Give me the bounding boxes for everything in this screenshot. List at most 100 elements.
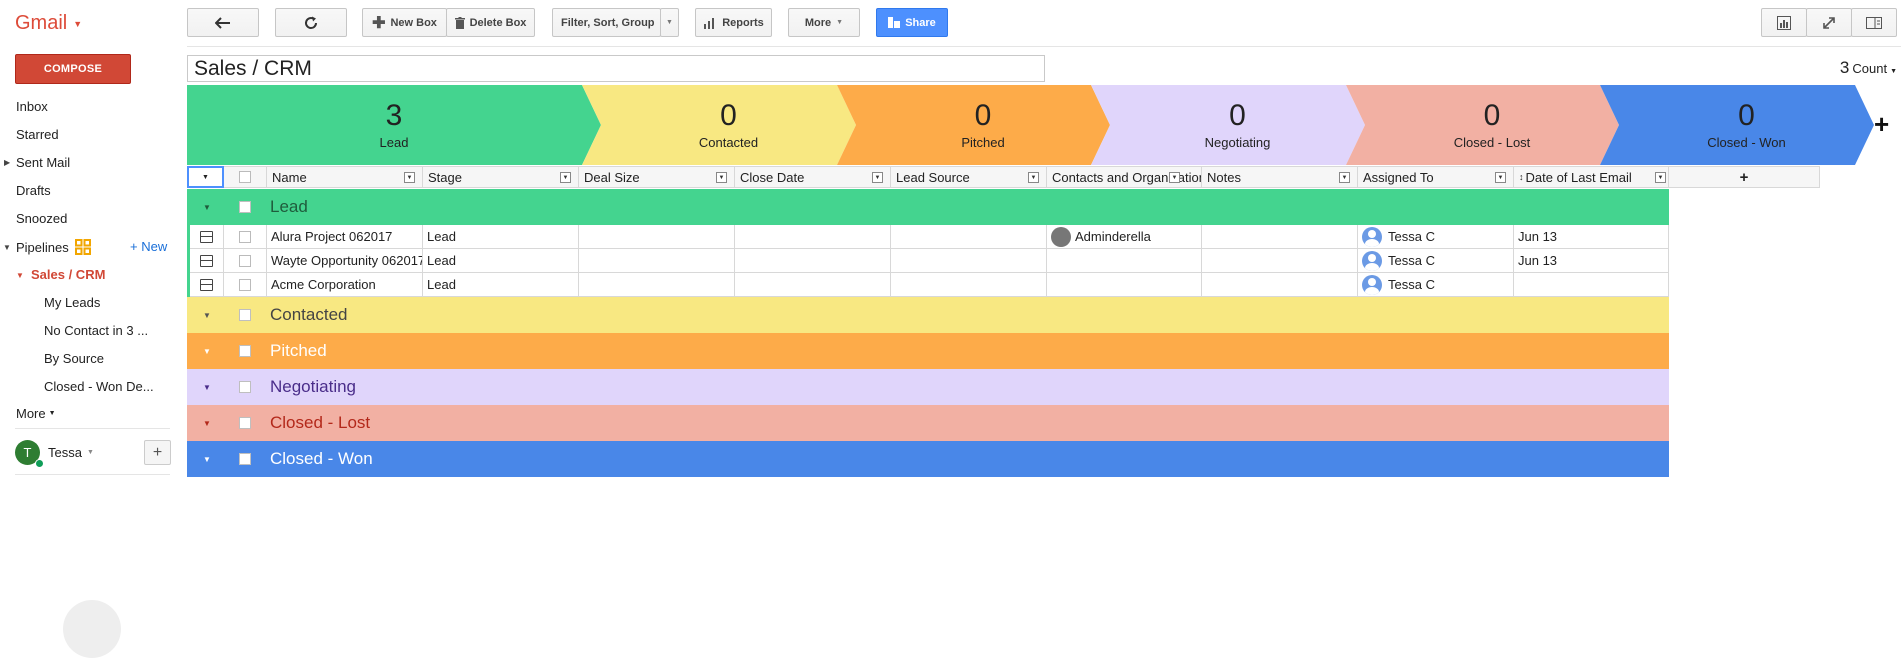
- select-dropdown-header[interactable]: ▼: [187, 166, 224, 188]
- cell-notes[interactable]: [1202, 249, 1358, 273]
- caret-down-icon[interactable]: ▼: [1339, 172, 1350, 183]
- column-header-stage[interactable]: Stage ▼: [423, 166, 579, 188]
- box-count[interactable]: 3 Count ▼: [1840, 58, 1897, 78]
- group-header-lead[interactable]: ▼ Lead: [187, 189, 1669, 225]
- column-header-date-of-last-email[interactable]: ↕ Date of Last Email ▼: [1514, 166, 1669, 188]
- cell-assigned-to[interactable]: Tessa C: [1358, 273, 1514, 297]
- refresh-button[interactable]: [275, 8, 347, 37]
- cell-date-of-last-email[interactable]: Jun 13: [1514, 225, 1669, 249]
- cell-close-date[interactable]: [735, 273, 891, 297]
- cell-deal-size[interactable]: [579, 273, 735, 297]
- group-header-closed-lost[interactable]: ▼ Closed - Lost: [187, 405, 1669, 441]
- cell-contacts[interactable]: Adminderella: [1047, 225, 1202, 249]
- cell-stage[interactable]: Lead: [423, 225, 579, 249]
- caret-down-icon[interactable]: ▼: [1028, 172, 1039, 183]
- stage-pitched[interactable]: 0 Pitched: [856, 85, 1110, 165]
- group-checkbox[interactable]: [239, 309, 251, 321]
- sidebar-item-drafts[interactable]: Drafts: [16, 183, 51, 198]
- row-checkbox[interactable]: [239, 230, 251, 243]
- cell-assigned-to[interactable]: Tessa C: [1358, 225, 1514, 249]
- open-box-button[interactable]: [190, 225, 224, 249]
- sidebar-view-no-contact[interactable]: No Contact in 3 ...: [44, 323, 148, 338]
- add-column-button[interactable]: +: [1669, 166, 1820, 188]
- collapse-arrow-icon[interactable]: ▼: [203, 419, 211, 428]
- reports-button[interactable]: Reports: [695, 8, 772, 37]
- cell-stage[interactable]: Lead: [423, 249, 579, 273]
- cell-close-date[interactable]: [735, 225, 891, 249]
- filter-sort-group-button[interactable]: Filter, Sort, Group: [552, 8, 661, 37]
- column-header-deal-size[interactable]: Deal Size ▼: [579, 166, 735, 188]
- column-header-contacts[interactable]: Contacts and Organizations ▼: [1047, 166, 1202, 188]
- collapse-arrow-icon[interactable]: ▼: [203, 383, 211, 392]
- row-checkbox[interactable]: [239, 278, 251, 291]
- pipeline-title-input[interactable]: Sales / CRM: [187, 55, 1045, 82]
- reports-panel-button[interactable]: [1761, 8, 1807, 37]
- group-header-negotiating[interactable]: ▼ Negotiating: [187, 369, 1669, 405]
- sidebar-view-my-leads[interactable]: My Leads: [44, 295, 100, 310]
- table-row[interactable]: Acme Corporation Lead Tessa C: [187, 273, 1669, 297]
- cell-contacts[interactable]: [1047, 273, 1202, 297]
- cell-deal-size[interactable]: [579, 249, 735, 273]
- collapse-arrow-icon[interactable]: ▼: [203, 311, 211, 320]
- cell-assigned-to[interactable]: Tessa C: [1358, 249, 1514, 273]
- cell-lead-source[interactable]: [891, 225, 1047, 249]
- cell-name[interactable]: Alura Project 062017: [267, 225, 423, 249]
- user-name[interactable]: Tessa ▼: [48, 445, 94, 460]
- new-pipeline-link[interactable]: + New: [130, 239, 167, 254]
- column-header-close-date[interactable]: Close Date ▼: [735, 166, 891, 188]
- table-row[interactable]: Alura Project 062017 Lead Adminderella T…: [187, 225, 1669, 249]
- group-checkbox[interactable]: [239, 201, 251, 213]
- share-button[interactable]: Share: [876, 8, 948, 37]
- caret-down-icon[interactable]: ▼: [404, 172, 415, 183]
- table-row[interactable]: Wayte Opportunity 062017 Lead Tessa C Ju…: [187, 249, 1669, 273]
- open-box-button[interactable]: [190, 249, 224, 273]
- cell-lead-source[interactable]: [891, 273, 1047, 297]
- cell-close-date[interactable]: [735, 249, 891, 273]
- add-contact-button[interactable]: +: [144, 440, 171, 465]
- row-checkbox-cell[interactable]: [224, 225, 267, 249]
- more-button[interactable]: More ▼: [788, 8, 860, 37]
- stage-contacted[interactable]: 0 Contacted: [601, 85, 856, 165]
- delete-box-button[interactable]: Delete Box: [446, 8, 535, 37]
- caret-down-icon[interactable]: ▼: [1169, 172, 1180, 183]
- collapse-arrow-icon[interactable]: ▼: [203, 203, 211, 212]
- sidebar-item-pipelines[interactable]: Pipelines: [16, 239, 91, 255]
- cell-contacts[interactable]: [1047, 249, 1202, 273]
- column-header-assigned-to[interactable]: Assigned To ▼: [1358, 166, 1514, 188]
- back-button[interactable]: [187, 8, 259, 37]
- collapse-arrow-icon[interactable]: ▼: [3, 243, 11, 252]
- expand-arrow-icon[interactable]: ▶: [4, 158, 10, 167]
- add-stage-button[interactable]: +: [1874, 110, 1889, 138]
- collapse-arrow-icon[interactable]: ▼: [16, 271, 24, 280]
- column-header-notes[interactable]: Notes ▼: [1202, 166, 1358, 188]
- group-checkbox[interactable]: [239, 381, 251, 393]
- cell-date-of-last-email[interactable]: [1514, 273, 1669, 297]
- group-checkbox[interactable]: [239, 345, 251, 357]
- cell-name[interactable]: Acme Corporation: [267, 273, 423, 297]
- stage-closed-lost[interactable]: 0 Closed - Lost: [1365, 85, 1619, 165]
- column-header-lead-source[interactable]: Lead Source ▼: [891, 166, 1047, 188]
- cell-lead-source[interactable]: [891, 249, 1047, 273]
- sidebar-view-by-source[interactable]: By Source: [44, 351, 104, 366]
- open-box-button[interactable]: [190, 273, 224, 297]
- sidebar-view-closed-won[interactable]: Closed - Won De...: [44, 379, 154, 394]
- cell-deal-size[interactable]: [579, 225, 735, 249]
- stage-negotiating[interactable]: 0 Negotiating: [1110, 85, 1365, 165]
- compose-button[interactable]: COMPOSE: [15, 54, 131, 84]
- row-checkbox-cell[interactable]: [224, 249, 267, 273]
- expand-button[interactable]: [1806, 8, 1852, 37]
- stage-lead[interactable]: 3 Lead: [187, 85, 601, 165]
- sidebar-item-starred[interactable]: Starred: [16, 127, 59, 142]
- caret-down-icon[interactable]: ▼: [1495, 172, 1506, 183]
- row-checkbox[interactable]: [239, 254, 251, 267]
- sidebar-item-sent-mail[interactable]: Sent Mail: [16, 155, 70, 170]
- cell-name[interactable]: Wayte Opportunity 062017: [267, 249, 423, 273]
- new-box-button[interactable]: ✚ New Box: [362, 8, 447, 37]
- gmail-logo[interactable]: Gmail ▼: [15, 12, 82, 35]
- group-header-closed-won[interactable]: ▼ Closed - Won: [187, 441, 1669, 477]
- cell-notes[interactable]: [1202, 273, 1358, 297]
- row-checkbox-cell[interactable]: [224, 273, 267, 297]
- column-header-name[interactable]: Name ▼: [267, 166, 423, 188]
- caret-down-icon[interactable]: ▼: [1655, 172, 1666, 183]
- cell-stage[interactable]: Lead: [423, 273, 579, 297]
